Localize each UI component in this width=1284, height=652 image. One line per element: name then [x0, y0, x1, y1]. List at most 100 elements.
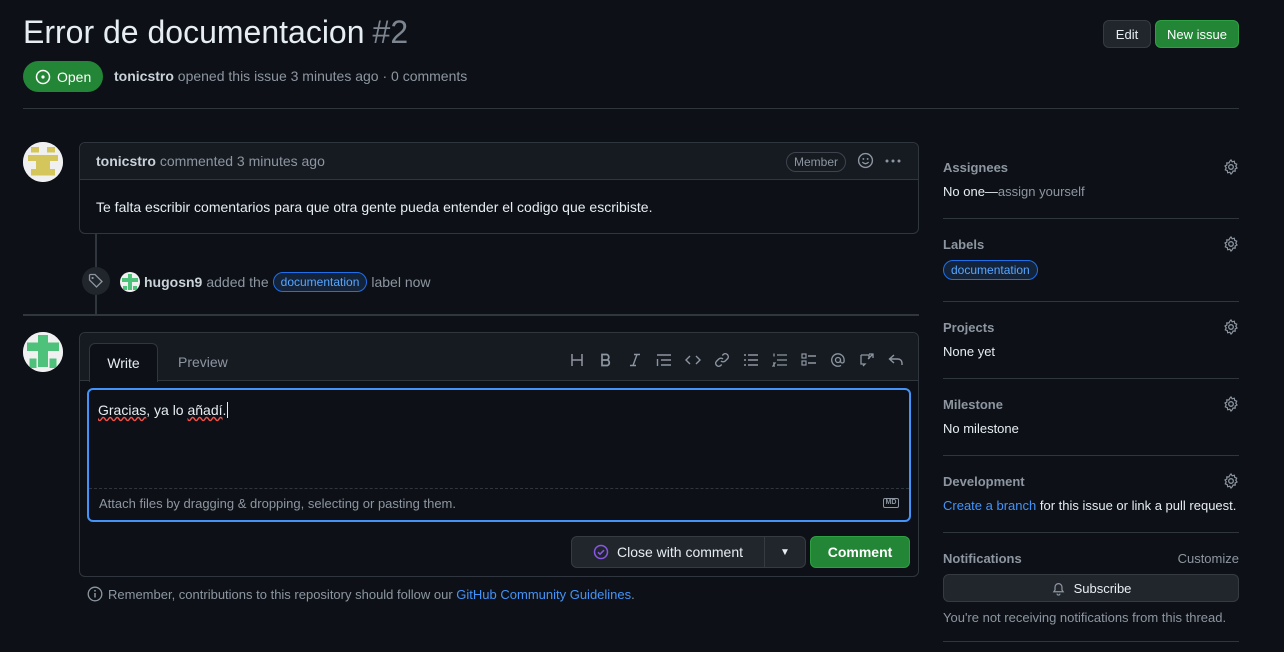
ordered-list-icon[interactable] [770, 350, 790, 370]
italic-icon[interactable] [625, 350, 645, 370]
notifications-note: You're not receiving notifications from … [943, 610, 1227, 625]
issue-title-text: Error de documentacion [23, 14, 365, 50]
subscribe-label: Subscribe [1073, 580, 1132, 596]
projects-title[interactable]: Projects [943, 320, 1239, 335]
reply-icon[interactable] [886, 350, 906, 370]
markdown-icon[interactable]: MD [883, 498, 899, 508]
timeline-divider [23, 314, 919, 316]
comment-card: tonicstro commented 3 minutes ago Member… [79, 142, 919, 234]
task-list-icon[interactable] [799, 350, 819, 370]
markdown-toolbar [567, 350, 906, 370]
label-event: hugosn9 added the documentation label no… [120, 272, 431, 292]
avatar[interactable] [23, 332, 63, 372]
tag-icon [82, 267, 110, 295]
attach-hint: Attach files by dragging & dropping, sel… [99, 496, 456, 511]
text-cursor [227, 402, 229, 418]
create-branch-link[interactable]: Create a branch [943, 498, 1036, 513]
sidebar-divider [943, 532, 1239, 533]
gear-icon[interactable] [1223, 159, 1239, 178]
identicon-icon [23, 142, 63, 182]
assignees-value: No one—assign yourself [943, 184, 1239, 199]
event-actor[interactable]: hugosn9 [144, 274, 202, 290]
member-badge: Member [785, 152, 846, 172]
issue-number: #2 [372, 14, 409, 50]
draft-text-1: Gracias [98, 402, 147, 418]
sidebar-assignees: Assignees No one—assign yourself [943, 159, 1239, 199]
timeline-line [95, 234, 97, 268]
development-title[interactable]: Development [943, 474, 1239, 489]
sidebar-divider [943, 455, 1239, 456]
gear-icon[interactable] [1223, 319, 1239, 338]
tab-preview[interactable]: Preview [178, 343, 228, 381]
comment-author[interactable]: tonicstro [96, 153, 156, 169]
sidebar-development: Development Create a branch for this iss… [943, 473, 1239, 513]
bold-icon[interactable] [596, 350, 616, 370]
milestone-value: No milestone [943, 421, 1019, 436]
sidebar-divider [943, 641, 1239, 642]
unordered-list-icon[interactable] [741, 350, 761, 370]
comment-button[interactable]: Comment [810, 536, 910, 568]
bell-icon [1052, 582, 1064, 596]
guidelines-text: Remember, contributions to this reposito… [108, 586, 453, 602]
close-with-comment-group: Close with comment ▼ [571, 536, 806, 568]
sidebar-labels: Labels documentation [943, 236, 1239, 280]
avatar[interactable] [23, 142, 63, 182]
timeline-line [95, 295, 97, 314]
comment-draft: Gracias, ya lo añadí. [98, 402, 229, 418]
assignees-title[interactable]: Assignees [943, 160, 1239, 175]
code-icon[interactable] [683, 350, 703, 370]
small-avatar[interactable] [120, 272, 140, 292]
quote-icon[interactable] [654, 350, 674, 370]
sidebar-divider [943, 378, 1239, 379]
status-label: Open [57, 68, 92, 85]
event-text-before: added the [206, 274, 269, 290]
emoji-icon[interactable] [857, 152, 874, 172]
issue-open-icon [35, 69, 51, 84]
issue-title: Error de documentacion #2 [23, 14, 408, 51]
draft-text-4: . [222, 402, 227, 418]
milestone-title[interactable]: Milestone [943, 397, 1239, 412]
link-icon[interactable] [712, 350, 732, 370]
development-value: Create a branch for this issue or link a… [943, 498, 1239, 513]
guidelines-link[interactable]: GitHub Community Guidelines [456, 587, 631, 602]
caret-down-icon: ▼ [780, 546, 790, 558]
gear-icon[interactable] [1223, 473, 1239, 492]
sidebar-notifications: Notifications Customize Subscribe You're… [943, 551, 1239, 625]
comment-textarea[interactable]: Gracias, ya lo añadí. Attach files by dr… [87, 388, 911, 522]
event-text-after: label now [371, 274, 431, 290]
kebab-menu-icon[interactable] [884, 152, 902, 173]
status-badge: Open [23, 61, 104, 92]
customize-link[interactable]: Customize [1178, 551, 1239, 566]
sidebar-projects: Projects None yet [943, 319, 1239, 359]
cross-reference-icon[interactable] [857, 350, 877, 370]
attach-files-bar[interactable]: Attach files by dragging & dropping, sel… [89, 488, 909, 520]
gear-icon[interactable] [1223, 396, 1239, 415]
close-options-dropdown[interactable]: ▼ [765, 537, 805, 567]
labels-title[interactable]: Labels [943, 237, 1239, 252]
close-with-comment-label: Close with comment [616, 544, 744, 560]
edit-button[interactable]: Edit [1103, 20, 1151, 48]
mention-icon[interactable] [828, 350, 848, 370]
guidelines-end: . [631, 586, 635, 602]
sidebar-label-documentation[interactable]: documentation [943, 260, 1038, 280]
event-label[interactable]: documentation [272, 272, 368, 292]
gear-icon[interactable] [1223, 236, 1239, 255]
guidelines-note: Remember, contributions to this reposito… [87, 586, 635, 602]
check-circle-icon [593, 544, 609, 560]
new-issue-button[interactable]: New issue [1155, 20, 1239, 48]
comment-body: Te falta escribir comentarios para que o… [96, 199, 653, 215]
issue-author[interactable]: tonicstro [114, 68, 174, 84]
close-with-comment-button[interactable]: Close with comment [572, 537, 765, 567]
header-divider [23, 108, 1239, 109]
projects-value: None yet [943, 344, 996, 359]
subscribe-button[interactable]: Subscribe [943, 574, 1239, 602]
draft-text-2: , ya lo [146, 402, 188, 418]
assign-yourself-link[interactable]: assign yourself [998, 184, 1085, 199]
sidebar-divider [943, 218, 1239, 219]
development-rest: for this issue or link a pull request. [1036, 498, 1237, 513]
sidebar-milestone: Milestone No milestone [943, 396, 1239, 436]
comment-action: commented 3 minutes ago [159, 153, 325, 169]
tab-write[interactable]: Write [89, 343, 158, 382]
sidebar-divider [943, 301, 1239, 302]
heading-icon[interactable] [567, 350, 587, 370]
